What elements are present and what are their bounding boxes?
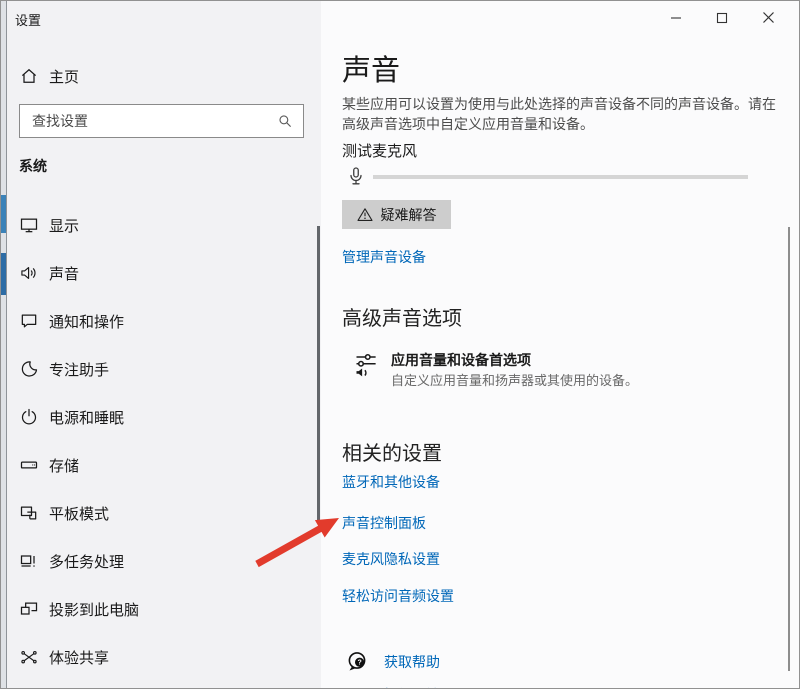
get-help-label: 获取帮助	[384, 652, 440, 672]
sidebar-item-label: 多任务处理	[49, 551, 124, 572]
sidebar-section-system: 系统	[19, 156, 47, 176]
sidebar-item-home[interactable]: 主页	[7, 57, 321, 95]
app-volume-title: 应用音量和设备首选项	[391, 350, 531, 370]
warning-icon	[357, 207, 373, 222]
page-title: 声音	[342, 47, 400, 89]
sidebar-item-label: 投影到此电脑	[49, 599, 139, 620]
sound-control-panel-link[interactable]: 声音控制面板	[342, 513, 426, 533]
storage-icon	[19, 455, 39, 475]
volume-mixer-icon	[352, 351, 379, 381]
multitasking-icon	[19, 551, 39, 571]
power-sleep-icon	[19, 407, 39, 427]
sidebar-item-multitasking[interactable]: 多任务处理	[7, 537, 321, 585]
window-title: 设置	[15, 10, 41, 29]
app-volume-subtitle: 自定义应用音量和扬声器或其使用的设备。	[391, 370, 638, 389]
troubleshoot-button[interactable]: 疑难解答	[342, 200, 451, 229]
sidebar-item-project[interactable]: 投影到此电脑	[7, 585, 321, 633]
sidebar-item-notifications[interactable]: 通知和操作	[7, 297, 321, 345]
sidebar-item-label: 显示	[49, 215, 79, 236]
bluetooth-devices-link[interactable]: 蓝牙和其他设备	[342, 472, 440, 492]
display-icon	[19, 215, 39, 235]
sidebar-item-display[interactable]: 显示	[7, 201, 321, 249]
sidebar-item-label: 平板模式	[49, 503, 109, 524]
sidebar-scrollbar[interactable]	[317, 226, 320, 521]
sidebar-item-shared-experiences[interactable]: 体验共享	[7, 633, 321, 681]
notifications-actions-icon	[19, 311, 39, 331]
main-content: 声音 某些应用可以设置为使用与此处选择的声音设备不同的声音设备。请在高级声音选项…	[342, 1, 788, 688]
project-to-pc-icon	[19, 599, 39, 619]
sidebar-item-storage[interactable]: 存储	[7, 441, 321, 489]
feedback-icon	[345, 682, 369, 689]
sidebar-item-label: 通知和操作	[49, 311, 124, 332]
sidebar-item-tablet-mode[interactable]: 平板模式	[7, 489, 321, 537]
sidebar-item-label: 电源和睡眠	[49, 407, 124, 428]
minimize-button[interactable]	[653, 1, 699, 34]
mic-test-row	[342, 161, 788, 195]
app-volume-preferences-item[interactable]: 应用音量和设备首选项 自定义应用音量和扬声器或其使用的设备。	[342, 349, 782, 391]
desktop-edge-blue-patch	[1, 253, 6, 295]
give-feedback-item[interactable]: 提供反馈	[342, 682, 642, 689]
advanced-sound-options-header: 高级声音选项	[342, 302, 462, 331]
manage-sound-devices-link[interactable]: 管理声音设备	[342, 247, 426, 267]
desktop-edge-blue-patch	[1, 195, 6, 233]
related-settings-header: 相关的设置	[342, 437, 442, 466]
close-icon	[762, 11, 775, 24]
sound-icon	[19, 263, 39, 283]
get-help-icon: ?	[345, 649, 369, 673]
search-icon[interactable]	[276, 112, 294, 130]
sidebar-item-focus-assist[interactable]: 专注助手	[7, 345, 321, 393]
troubleshoot-label: 疑难解答	[381, 205, 437, 225]
give-feedback-label: 提供反馈	[384, 685, 440, 689]
sidebar-item-label: 体验共享	[49, 647, 109, 668]
page-description: 某些应用可以设置为使用与此处选择的声音设备不同的声音设备。请在高级声音选项中自定…	[342, 95, 784, 135]
home-icon	[19, 66, 39, 86]
close-button[interactable]	[745, 1, 791, 34]
sidebar-nav: 显示 声音 通知和操作 专注助手	[7, 201, 321, 681]
sidebar-item-label: 存储	[49, 455, 79, 476]
focus-assist-icon	[19, 359, 39, 379]
microphone-privacy-link[interactable]: 麦克风隐私设置	[342, 549, 440, 569]
search-input[interactable]	[30, 112, 276, 130]
ease-of-access-audio-link[interactable]: 轻松访问音频设置	[342, 586, 454, 606]
main-scrollbar[interactable]	[788, 227, 790, 671]
settings-window: 设置 主页 系统 显示	[0, 0, 800, 689]
desktop-edge-sliver	[1, 1, 7, 688]
microphone-icon	[344, 161, 368, 193]
shared-experiences-icon	[19, 647, 39, 667]
sidebar-item-sound[interactable]: 声音	[7, 249, 321, 297]
mic-level-meter	[373, 175, 748, 179]
search-box	[19, 104, 304, 138]
sidebar-item-label: 专注助手	[49, 359, 109, 380]
sidebar: 主页 系统 显示 声音	[7, 1, 321, 688]
sidebar-home-label: 主页	[49, 66, 79, 87]
get-help-item[interactable]: ? 获取帮助	[342, 649, 642, 675]
maximize-icon	[716, 12, 728, 24]
minimize-icon	[670, 12, 682, 24]
tablet-mode-icon	[19, 503, 39, 523]
maximize-button[interactable]	[699, 1, 745, 34]
svg-text:?: ?	[357, 659, 361, 666]
mic-test-label: 测试麦克风	[342, 140, 417, 161]
sidebar-item-power-sleep[interactable]: 电源和睡眠	[7, 393, 321, 441]
sidebar-item-label: 声音	[49, 263, 79, 284]
